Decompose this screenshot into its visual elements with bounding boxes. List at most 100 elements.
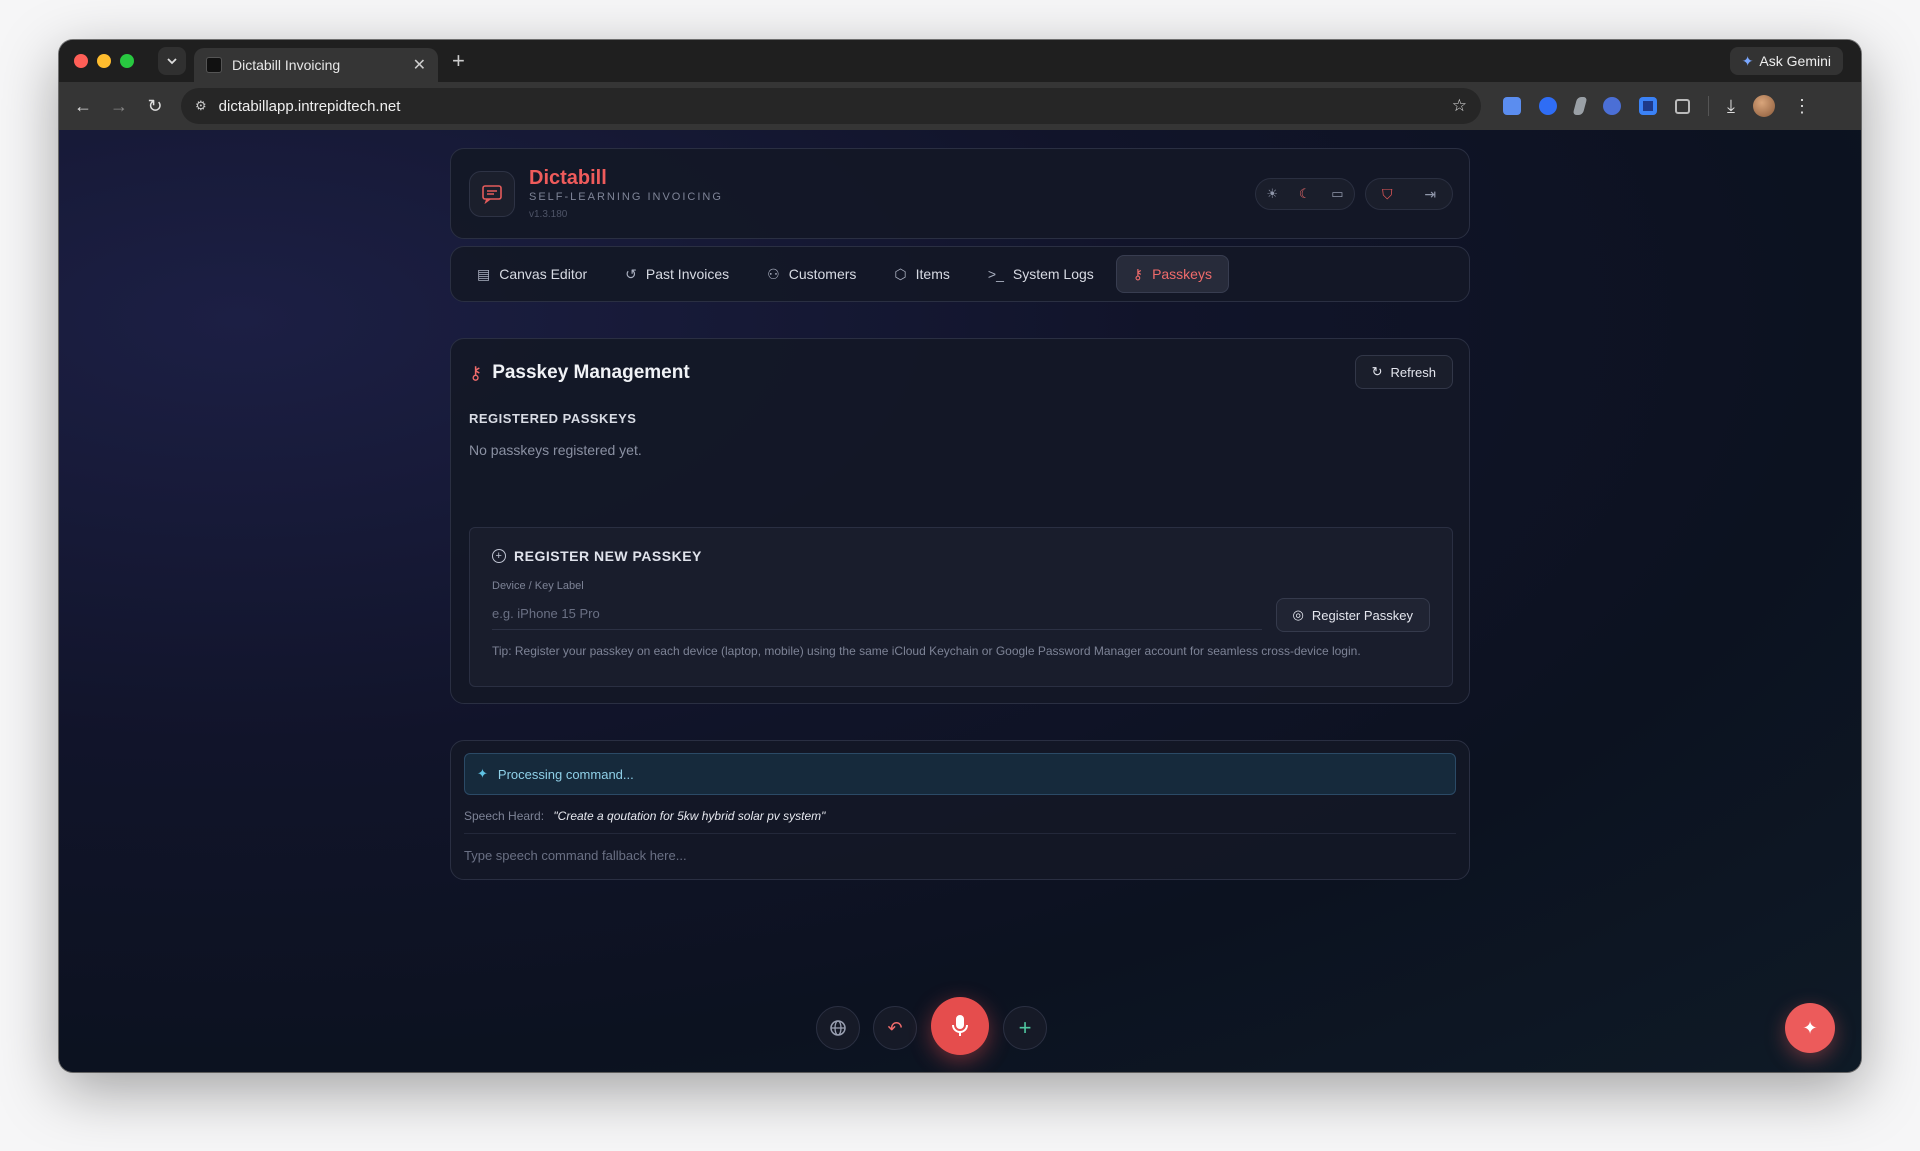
header-actions: ⛉ ⇥ <box>1365 178 1453 210</box>
box-icon: ⬡ <box>894 265 907 282</box>
extension-icon[interactable] <box>1603 97 1621 115</box>
refresh-label: Refresh <box>1390 364 1436 380</box>
translate-extension-icon[interactable] <box>1503 97 1521 115</box>
puzzle-extensions-icon[interactable] <box>1675 98 1690 114</box>
nav-items[interactable]: ⬡ Items <box>878 255 965 293</box>
speech-heard: Speech Heard: "Create a qoutation for 5k… <box>464 809 1456 823</box>
close-window-button[interactable] <box>74 54 88 68</box>
key-icon: ⚷ <box>1132 265 1144 282</box>
refresh-button[interactable]: ↻ Refresh <box>1354 355 1453 389</box>
command-fallback-input[interactable]: Type speech command fallback here... <box>464 833 1456 863</box>
nav-customers[interactable]: ⚇ Customers <box>751 255 872 293</box>
light-theme-sun-icon[interactable]: ☀ <box>1266 186 1278 202</box>
nav-label: Past Invoices <box>645 266 730 282</box>
download-icon[interactable]: ⤓ <box>1727 96 1735 117</box>
register-tip: Tip: Register your passkey on each devic… <box>492 644 1361 658</box>
microphone-button[interactable] <box>931 997 989 1055</box>
register-passkey-box: + REGISTER NEW PASSKEY Device / Key Labe… <box>469 527 1453 687</box>
main-nav: ▤ Canvas Editor ↺ Past Invoices ⚇ Custom… <box>450 246 1470 302</box>
nav-system-logs[interactable]: >_ System Logs <box>972 255 1110 293</box>
reload-icon[interactable]: ↻ <box>137 96 173 117</box>
nav-label: System Logs <box>1012 266 1094 282</box>
system-theme-monitor-icon[interactable]: ▭ <box>1331 186 1343 202</box>
undo-icon: ↶ <box>887 1017 903 1038</box>
profile-avatar[interactable] <box>1752 95 1775 117</box>
app-name: Dictabill <box>529 167 607 189</box>
ai-assistant-button[interactable]: ✦ <box>1785 1003 1835 1053</box>
gemini-sparkle-icon: ✦ <box>1741 52 1754 69</box>
register-passkey-button[interactable]: ◎ Register Passkey <box>1275 598 1430 632</box>
command-panel: ✦ Processing command... Speech Heard: "C… <box>450 740 1470 880</box>
extension-icon[interactable] <box>1639 97 1657 115</box>
users-icon: ⚇ <box>767 265 780 282</box>
key-icon: ⚷ <box>469 362 483 383</box>
processing-text: Processing command... <box>497 766 634 782</box>
passkey-panel: ⚷ Passkey Management ↻ Refresh REGISTERE… <box>450 338 1470 704</box>
logout-icon[interactable]: ⇥ <box>1424 186 1436 203</box>
browser-titlebar: Dictabill Invoicing ✕ + ✦ Ask Gemini <box>59 40 1861 82</box>
app-page: Dictabill SELF-LEARNING INVOICING v1.3.1… <box>59 130 1861 1072</box>
app-tagline: SELF-LEARNING INVOICING <box>529 191 723 203</box>
url-text[interactable]: dictabillapp.intrepidtech.net <box>219 98 1452 115</box>
nav-label: Canvas Editor <box>499 266 588 282</box>
dark-theme-moon-icon[interactable]: ☾ <box>1299 186 1311 202</box>
plus-icon: + <box>1018 1015 1032 1040</box>
sparkle-icon: ✦ <box>1802 1017 1818 1038</box>
device-label-input[interactable] <box>492 602 1262 630</box>
window-controls <box>74 54 134 68</box>
microphone-icon <box>952 1015 968 1036</box>
nav-label: Items <box>915 266 950 282</box>
extension-icon[interactable] <box>1539 97 1557 115</box>
extensions-bar: ⤓ ⋮ <box>1503 95 1811 117</box>
browser-tab[interactable]: Dictabill Invoicing ✕ <box>194 48 438 82</box>
bookmark-star-icon[interactable]: ☆ <box>1452 96 1467 116</box>
favicon-icon <box>206 57 222 73</box>
chat-logo-icon <box>469 170 515 217</box>
terminal-icon: >_ <box>987 266 1004 282</box>
feather-extension-icon[interactable] <box>1572 97 1588 115</box>
speech-heard-text: "Create a qoutation for 5kw hybrid solar… <box>553 809 826 823</box>
address-bar[interactable]: ⚙ dictabillapp.intrepidtech.net ☆ <box>181 88 1481 124</box>
app-version: v1.3.180 <box>529 209 568 220</box>
nav-label: Customers <box>788 266 857 282</box>
nav-passkeys[interactable]: ⚷ Passkeys <box>1115 255 1229 293</box>
document-icon: ▤ <box>477 265 491 282</box>
ask-gemini-label: Ask Gemini <box>1759 53 1831 69</box>
maximize-window-button[interactable] <box>120 54 134 68</box>
site-settings-icon[interactable]: ⚙ <box>195 98 207 114</box>
browser-window: Dictabill Invoicing ✕ + ✦ Ask Gemini ← →… <box>59 40 1861 1072</box>
ask-gemini-button[interactable]: ✦ Ask Gemini <box>1729 47 1843 75</box>
back-arrow-icon[interactable]: ← <box>65 96 101 117</box>
toolbar-divider <box>1708 96 1709 116</box>
tab-close-icon[interactable]: ✕ <box>413 55 426 75</box>
empty-passkeys-text: No passkeys registered yet. <box>469 442 642 458</box>
refresh-icon: ↻ <box>1371 364 1383 379</box>
security-shield-icon[interactable]: ⛉ <box>1382 186 1393 203</box>
forward-arrow-icon[interactable]: → <box>101 96 137 117</box>
register-heading: REGISTER NEW PASSKEY <box>514 548 702 564</box>
menu-kebab-icon[interactable]: ⋮ <box>1793 96 1811 117</box>
language-globe-button[interactable] <box>816 1006 860 1050</box>
processing-status: ✦ Processing command... <box>464 753 1456 795</box>
new-tab-button[interactable]: + <box>452 48 465 74</box>
fingerprint-icon: ◎ <box>1292 607 1304 622</box>
panel-title: Passkey Management <box>492 362 690 383</box>
nav-past-invoices[interactable]: ↺ Past Invoices <box>609 255 745 293</box>
minimize-window-button[interactable] <box>97 54 111 68</box>
speech-heard-label: Speech Heard: <box>464 809 545 823</box>
history-icon: ↺ <box>625 265 637 282</box>
sparkle-icon: ✦ <box>477 766 488 781</box>
theme-switcher: ☀ ☾ ▭ <box>1255 178 1355 210</box>
register-passkey-label: Register Passkey <box>1311 607 1413 623</box>
nav-label: Passkeys <box>1152 266 1212 282</box>
undo-button[interactable]: ↶ <box>873 1006 917 1050</box>
registered-passkeys-heading: REGISTERED PASSKEYS <box>469 411 637 426</box>
device-label-caption: Device / Key Label <box>492 580 584 592</box>
plus-circle-icon: + <box>492 549 506 563</box>
browser-toolbar: ← → ↻ ⚙ dictabillapp.intrepidtech.net ☆ … <box>59 82 1861 130</box>
add-button[interactable]: + <box>1003 1006 1047 1050</box>
nav-canvas-editor[interactable]: ▤ Canvas Editor <box>461 255 603 293</box>
tab-search-button[interactable] <box>158 47 186 75</box>
tab-title: Dictabill Invoicing <box>232 57 341 73</box>
app-header: Dictabill SELF-LEARNING INVOICING v1.3.1… <box>450 148 1470 239</box>
